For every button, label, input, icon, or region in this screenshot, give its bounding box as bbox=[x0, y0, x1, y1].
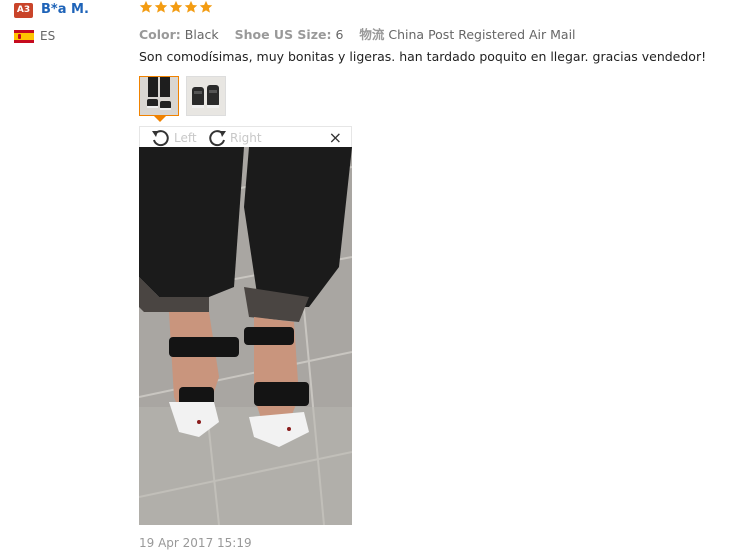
color-value: Black bbox=[184, 27, 219, 42]
reviewer-country: ES bbox=[40, 29, 56, 43]
review-photo-thumbnail[interactable] bbox=[139, 76, 179, 116]
shipping-value: China Post Registered Air Mail bbox=[388, 27, 576, 42]
close-viewer-button[interactable]: × bbox=[329, 129, 342, 147]
order-attributes: Color: Black Shoe US Size: 6 物流 China Po… bbox=[139, 24, 588, 43]
size-value: 6 bbox=[335, 27, 344, 42]
star-icon bbox=[199, 0, 213, 13]
star-icon bbox=[169, 0, 183, 13]
star-rating bbox=[139, 0, 213, 14]
star-icon bbox=[139, 0, 153, 13]
rotate-right-label: Right bbox=[230, 131, 262, 145]
shipping-label: 物流 bbox=[359, 27, 385, 42]
color-label: Color: bbox=[139, 27, 181, 42]
star-icon bbox=[184, 0, 198, 13]
review-date: 19 Apr 2017 15:19 bbox=[139, 536, 252, 550]
rotate-left-button[interactable]: Left bbox=[150, 128, 197, 148]
review-text: Son comodísimas, muy bonitas y ligeras. … bbox=[139, 49, 707, 64]
rotate-left-icon bbox=[152, 130, 169, 147]
rotate-right-button[interactable]: Right bbox=[206, 128, 262, 148]
rotate-left-label: Left bbox=[174, 131, 197, 145]
reviewer-level-badge: A3 bbox=[14, 3, 33, 18]
star-icon bbox=[154, 0, 168, 13]
photo-viewer-toolbar: Left Right × bbox=[139, 126, 352, 148]
reviewer-name[interactable]: B*a M. bbox=[41, 2, 89, 17]
rotate-right-icon bbox=[209, 130, 226, 147]
size-label: Shoe US Size: bbox=[234, 27, 332, 42]
thumbnail-pointer bbox=[154, 116, 166, 122]
review-photo-enlarged bbox=[139, 147, 352, 525]
spain-flag-icon bbox=[14, 30, 34, 43]
review-photo-thumbnail[interactable] bbox=[186, 76, 226, 116]
